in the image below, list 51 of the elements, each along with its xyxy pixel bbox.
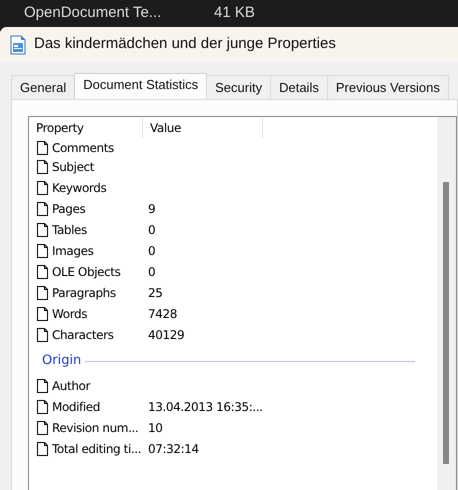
- property-name: Words: [52, 306, 88, 322]
- property-name: Author: [52, 378, 90, 394]
- file-icon: [36, 286, 48, 300]
- file-icon: [36, 160, 48, 174]
- column-header[interactable]: Value: [143, 118, 263, 138]
- file-icon: [36, 378, 48, 392]
- property-name: Subject: [52, 158, 94, 176]
- property-name: Keywords: [52, 180, 106, 196]
- file-name[interactable]: OpenDocument Te...: [24, 2, 214, 25]
- property-value: 7428: [148, 306, 177, 322]
- file-icon: [36, 140, 48, 154]
- property-value: 13.04.2013 16:35:...: [148, 398, 263, 416]
- file-icon: [36, 328, 48, 342]
- property-name: Paragraphs: [52, 284, 116, 302]
- tab[interactable]: Security: [206, 75, 272, 99]
- window-title: Das kindermädchen und der junge Properties: [34, 34, 336, 54]
- file-icon: [36, 306, 48, 320]
- property-value: 0: [148, 264, 156, 280]
- file-icon: [36, 264, 48, 278]
- property-name: Total editing ti...: [52, 440, 142, 458]
- property-value: 9: [148, 200, 156, 218]
- property-name: OLE Objects: [52, 264, 120, 280]
- tab[interactable]: General: [11, 75, 76, 99]
- property-name: Revision num...: [52, 420, 138, 436]
- file-icon: [36, 400, 48, 414]
- file-icon: [36, 442, 48, 456]
- group-header: Origin: [42, 352, 82, 370]
- property-value: 40129: [148, 326, 184, 344]
- property-name: Modified: [52, 398, 100, 416]
- property-name: Images: [52, 242, 94, 260]
- file-size: 41 KB: [214, 3, 255, 24]
- document-icon: [10, 34, 26, 54]
- scrollbar[interactable]: [437, 117, 456, 490]
- property-name: Comments: [52, 140, 114, 156]
- property-value: 25: [148, 284, 162, 302]
- property-value: 0: [148, 242, 156, 260]
- property-value: 0: [148, 222, 156, 238]
- scrollbar-thumb[interactable]: [443, 182, 449, 464]
- tab[interactable]: Document Statistics: [74, 73, 208, 99]
- file-icon: [36, 420, 48, 434]
- file-icon: [36, 222, 48, 236]
- column-header[interactable]: Property: [29, 118, 143, 138]
- property-value: 10: [148, 420, 162, 436]
- property-name: Characters: [52, 326, 114, 344]
- file-icon: [36, 202, 48, 216]
- property-name: Tables: [52, 222, 87, 238]
- property-value: 07:32:14: [148, 440, 199, 458]
- file-icon: [36, 180, 48, 194]
- tab[interactable]: Previous Versions: [326, 75, 449, 99]
- file-icon: [36, 244, 48, 258]
- property-name: Pages: [52, 200, 86, 218]
